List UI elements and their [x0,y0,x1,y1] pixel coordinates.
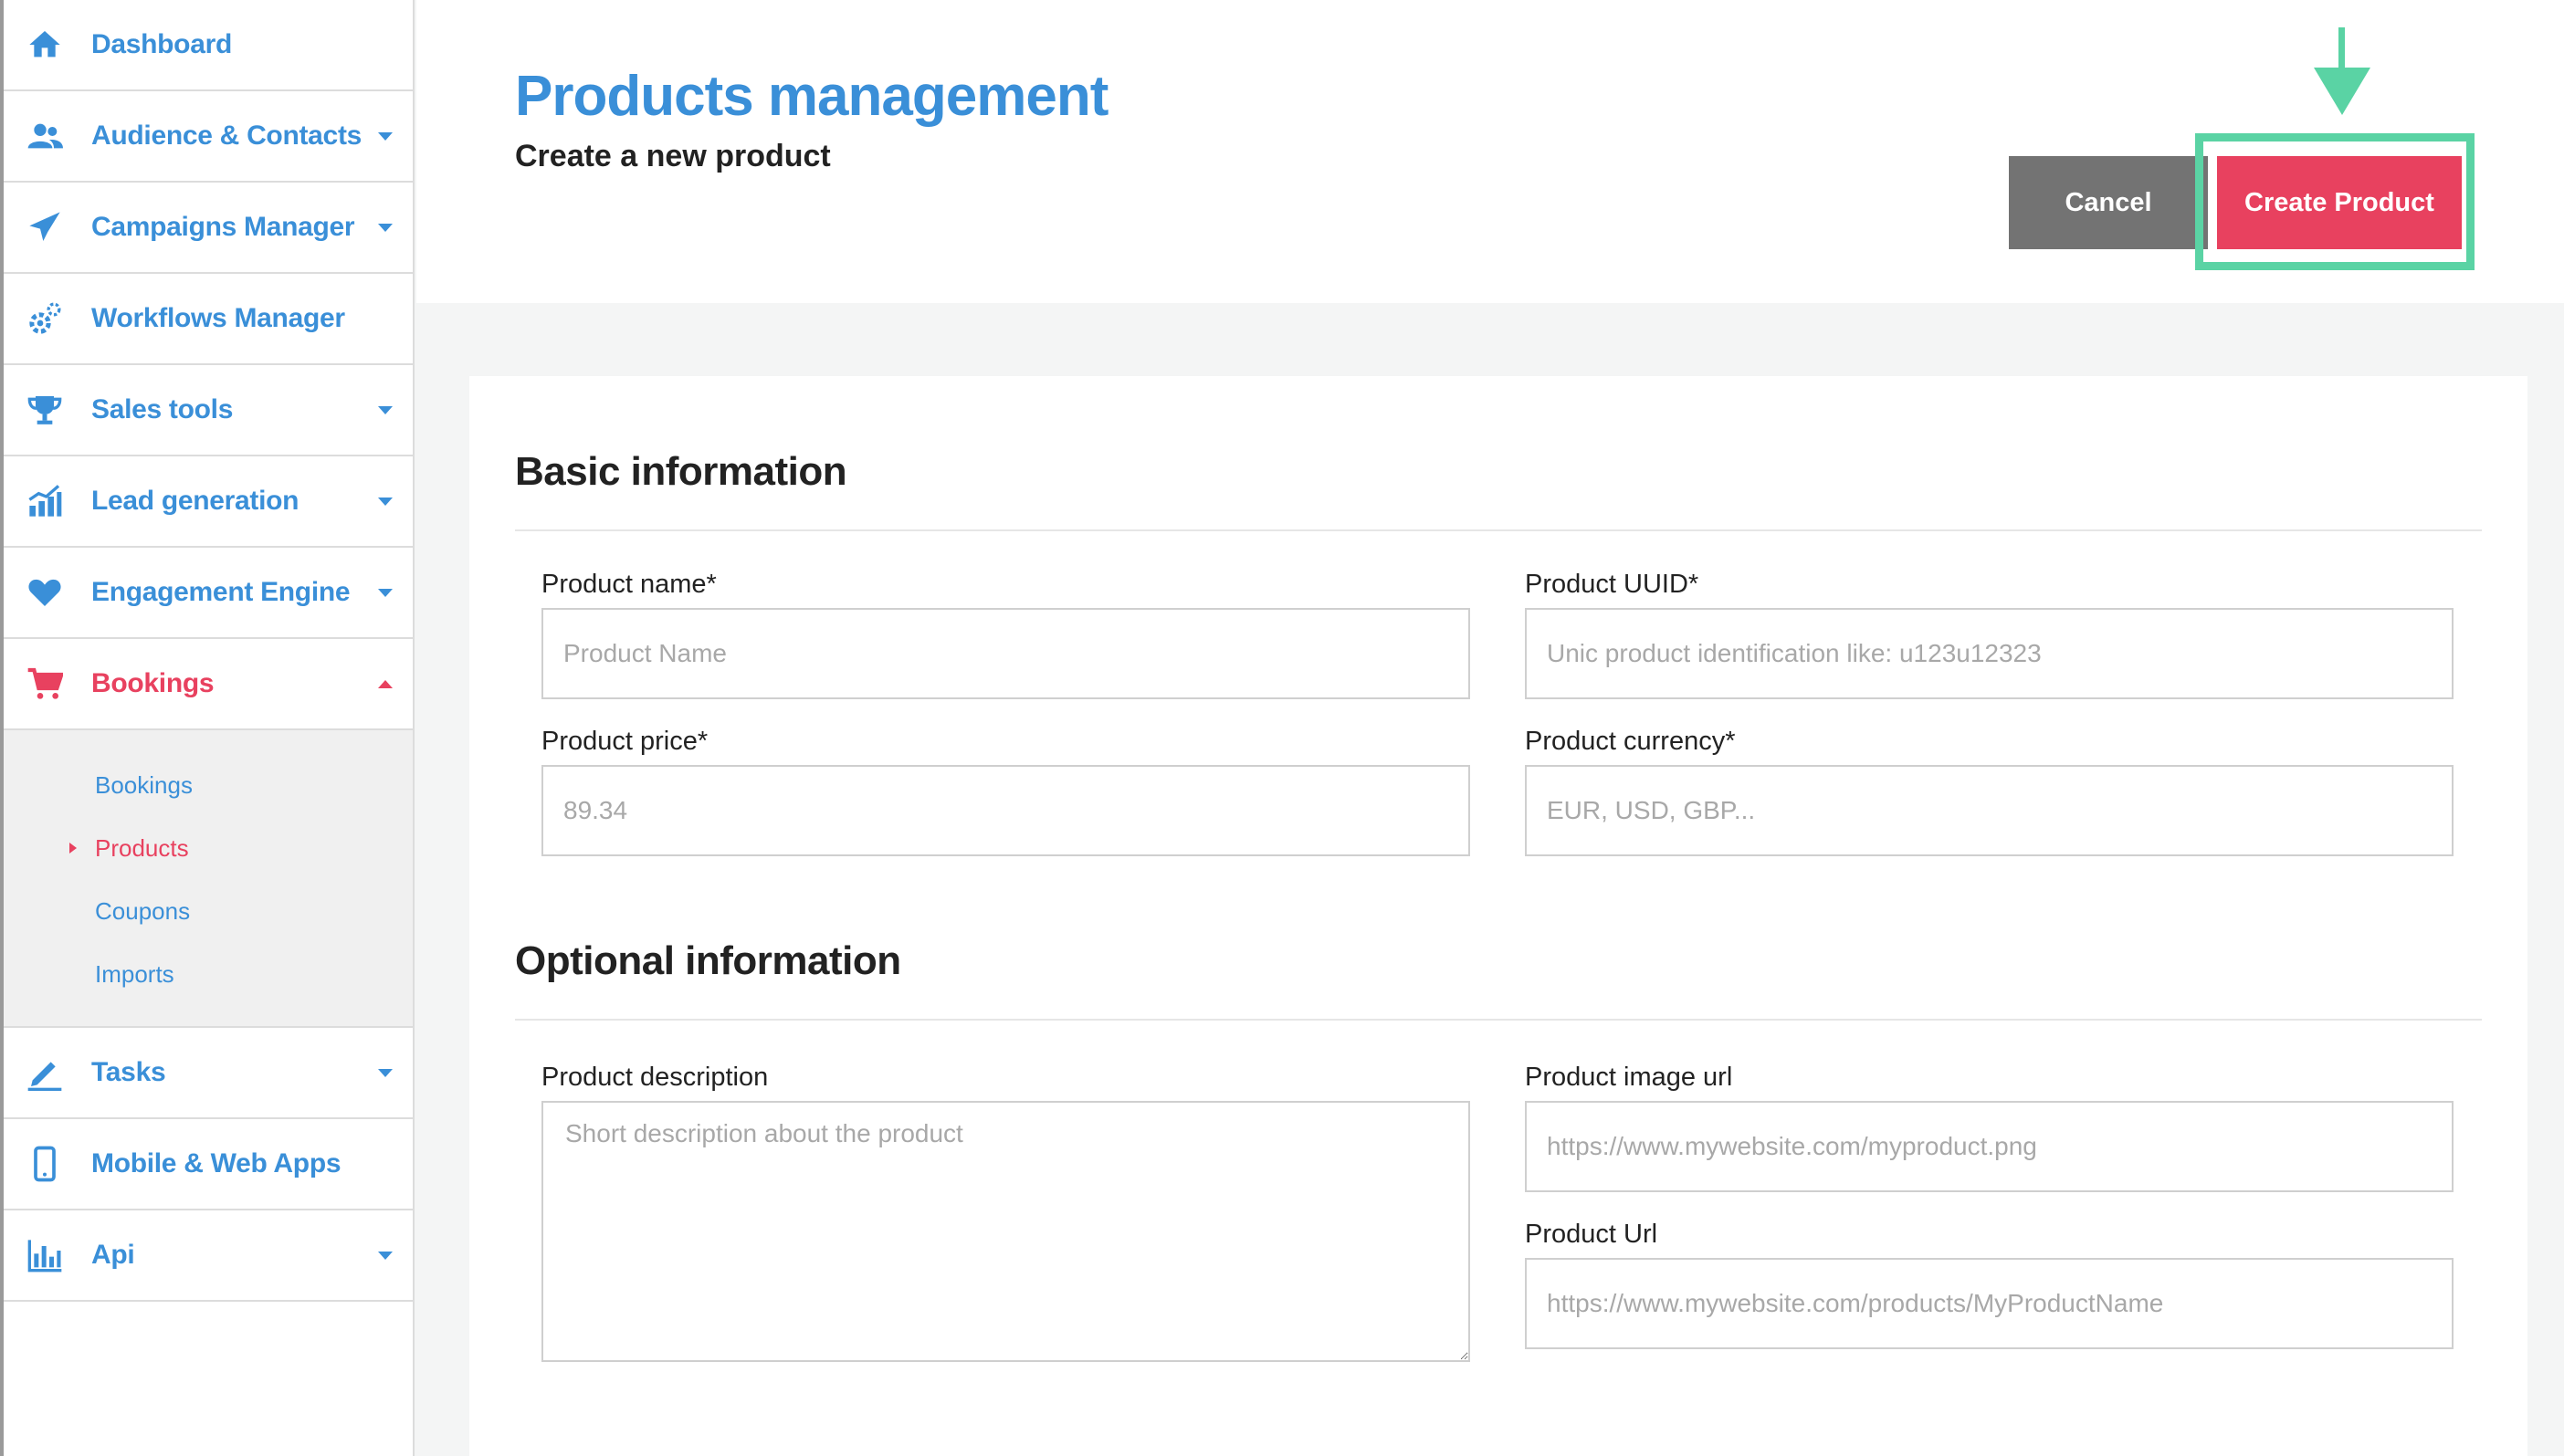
sidebar-item-label: Audience & Contacts [91,120,363,151]
sidebar-item-bookings[interactable]: Bookings [4,639,413,730]
bookings-submenu: Bookings Products Coupons Imports [4,730,413,1028]
page-header: Products management Create a new product… [416,0,2564,303]
submenu-item-coupons[interactable]: Coupons [4,880,413,943]
growth-chart-icon [24,480,66,522]
page-subtitle: Create a new product [515,139,831,173]
chevron-down-icon [378,1069,393,1077]
sidebar-item-label: Lead generation [91,486,299,516]
section-divider [515,1019,2482,1021]
chevron-down-icon [378,224,393,232]
sidebar-item-tasks[interactable]: Tasks [4,1028,413,1119]
product-image-url-input[interactable] [1525,1101,2454,1192]
submenu-item-label: Bookings [95,771,193,799]
arrow-down-icon [2338,27,2345,71]
gears-icon [24,298,66,340]
shopping-cart-icon [24,663,66,705]
page-title: Products management [515,65,1109,128]
paper-plane-icon [24,206,66,248]
sidebar-item-api[interactable]: Api [4,1210,413,1302]
sidebar-item-label: Workflows Manager [91,303,345,333]
sidebar-item-label: Dashboard [91,29,232,59]
product-currency-label: Product currency* [1525,727,1736,756]
arrow-down-head [2314,68,2370,115]
trophy-icon [24,389,66,431]
sidebar-item-label: Api [91,1240,135,1270]
optional-information-title: Optional information [515,938,901,983]
product-price-label: Product price* [541,727,709,756]
cancel-button[interactable]: Cancel [2009,156,2208,249]
sidebar-item-label: Campaigns Manager [91,212,355,242]
section-divider [515,529,2482,531]
pencil-icon [24,1052,66,1094]
submenu-item-products[interactable]: Products [4,817,413,880]
sidebar-item-mobile-web-apps[interactable]: Mobile & Web Apps [4,1119,413,1210]
mobile-phone-icon [24,1143,66,1185]
heart-icon [24,571,66,613]
sidebar-item-label: Bookings [91,668,215,698]
product-currency-input[interactable] [1525,765,2454,856]
product-price-input[interactable] [541,765,1470,856]
product-form-card: Basic information Product name* Product … [469,376,2527,1456]
sidebar-item-label: Sales tools [91,394,234,424]
product-url-input[interactable] [1525,1258,2454,1349]
sidebar-item-dashboard[interactable]: Dashboard [4,0,413,91]
product-uuid-input[interactable] [1525,608,2454,699]
sidebar-item-sales-tools[interactable]: Sales tools [4,365,413,456]
product-description-label: Product description [541,1063,769,1092]
product-uuid-label: Product UUID* [1525,570,1699,599]
sidebar-item-audience-contacts[interactable]: Audience & Contacts [4,91,413,183]
submenu-item-bookings[interactable]: Bookings [4,754,413,817]
submenu-item-label: Imports [95,960,174,988]
sidebar-item-label: Tasks [91,1057,166,1087]
home-icon [24,24,66,66]
product-url-label: Product Url [1525,1220,1658,1249]
basic-information-title: Basic information [515,449,847,494]
product-description-textarea[interactable] [541,1101,1470,1362]
caret-right-icon [69,842,77,854]
chevron-down-icon [378,498,393,506]
bar-chart-icon [24,1234,66,1276]
sidebar-item-label: Mobile & Web Apps [91,1148,342,1178]
chevron-up-icon [378,680,393,688]
create-product-button[interactable]: Create Product [2217,156,2462,249]
product-name-input[interactable] [541,608,1470,699]
chevron-down-icon [378,132,393,141]
submenu-item-label: Products [95,834,189,862]
product-name-label: Product name* [541,570,717,599]
sidebar-item-campaigns-manager[interactable]: Campaigns Manager [4,183,413,274]
sidebar-item-workflows-manager[interactable]: Workflows Manager [4,274,413,365]
submenu-item-label: Coupons [95,897,191,925]
sidebar: Dashboard Audience & Contacts Campaigns … [0,0,415,1456]
users-icon [24,115,66,157]
sidebar-item-engagement-engine[interactable]: Engagement Engine [4,548,413,639]
product-image-url-label: Product image url [1525,1063,1733,1092]
sidebar-item-label: Engagement Engine [91,577,351,607]
submenu-item-imports[interactable]: Imports [4,943,413,1006]
chevron-down-icon [378,589,393,597]
chevron-down-icon [378,406,393,414]
chevron-down-icon [378,1252,393,1260]
sidebar-item-lead-generation[interactable]: Lead generation [4,456,413,548]
